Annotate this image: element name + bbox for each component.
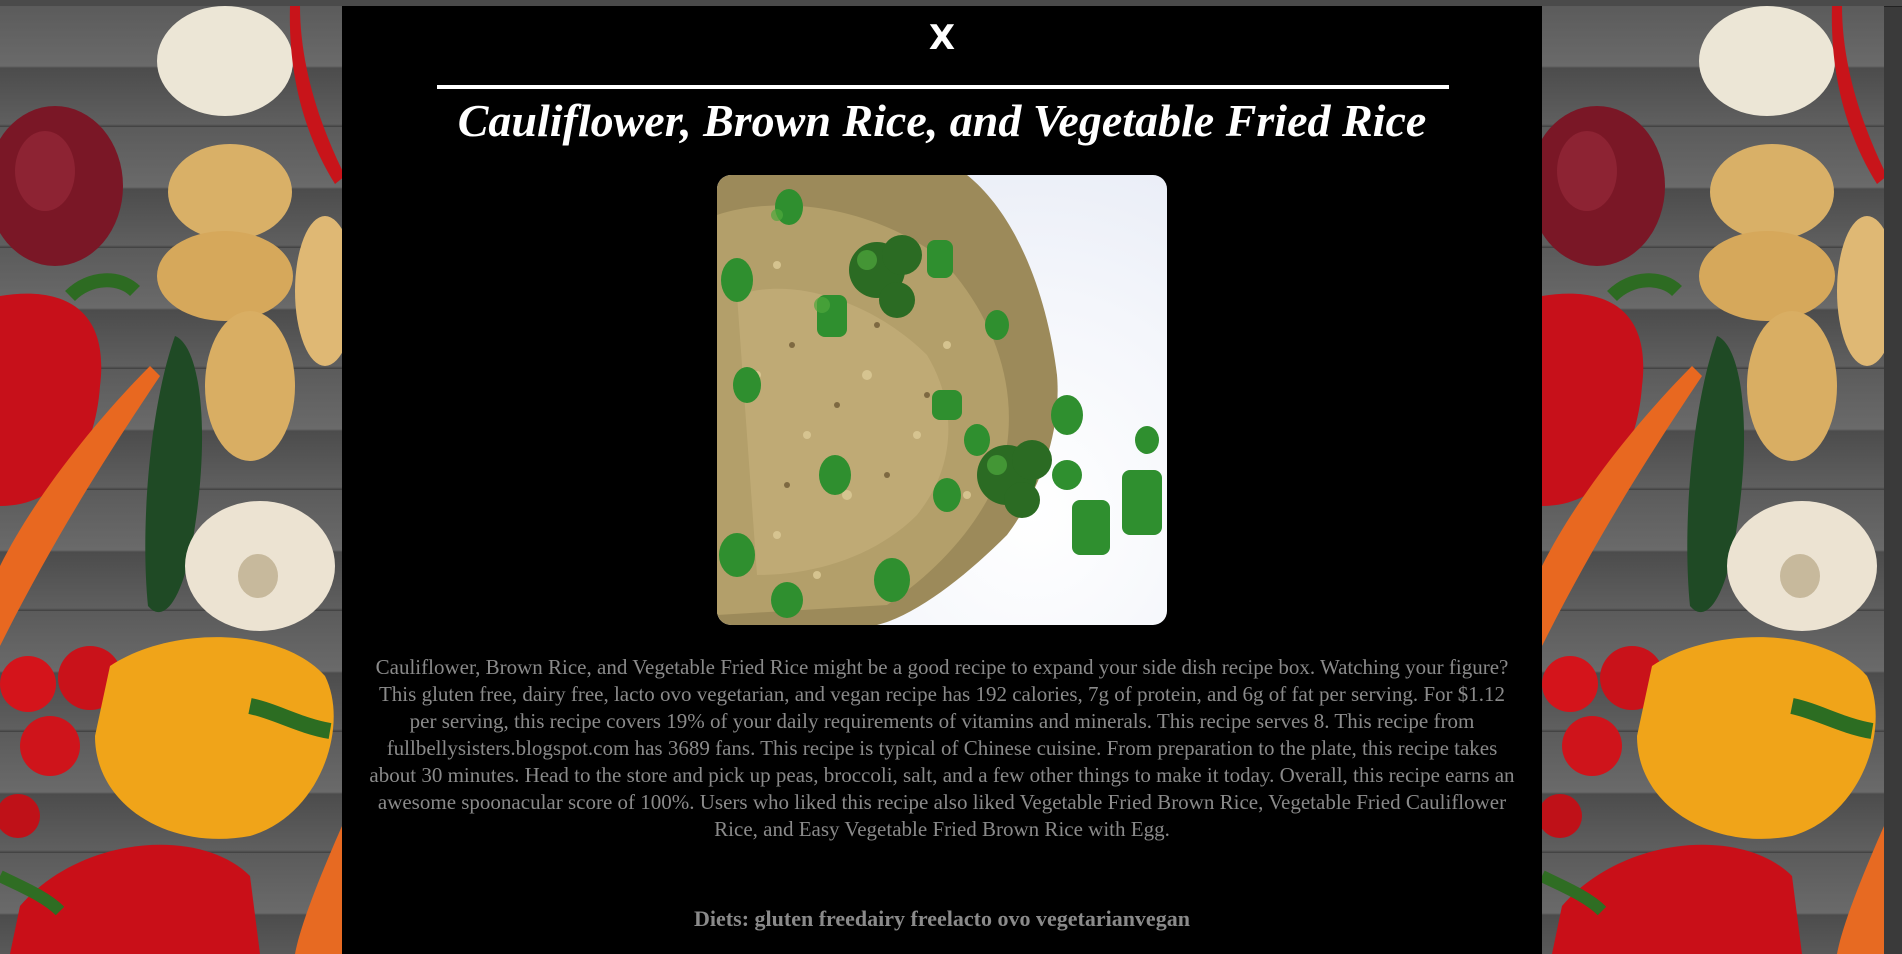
background-vegetables-left [0, 6, 342, 954]
background-vegetables-right [1542, 6, 1884, 954]
fried-rice-photo [717, 175, 1162, 625]
recipe-description: Cauliflower, Brown Rice, and Vegetable F… [369, 655, 1515, 841]
recipe-image [717, 175, 1167, 625]
recipe-title: Cauliflower, Brown Rice, and Vegetable F… [457, 95, 1427, 146]
vegetables-illustration-left [0, 6, 342, 954]
recipe-diets: Diets: gluten freedairy freelacto ovo ve… [694, 906, 1190, 931]
title-divider [437, 85, 1449, 89]
close-button[interactable]: X [925, 20, 959, 56]
vegetables-illustration-right [1542, 6, 1884, 954]
recipe-modal: X Cauliflower, Brown Rice, and Vegetable… [342, 6, 1542, 954]
